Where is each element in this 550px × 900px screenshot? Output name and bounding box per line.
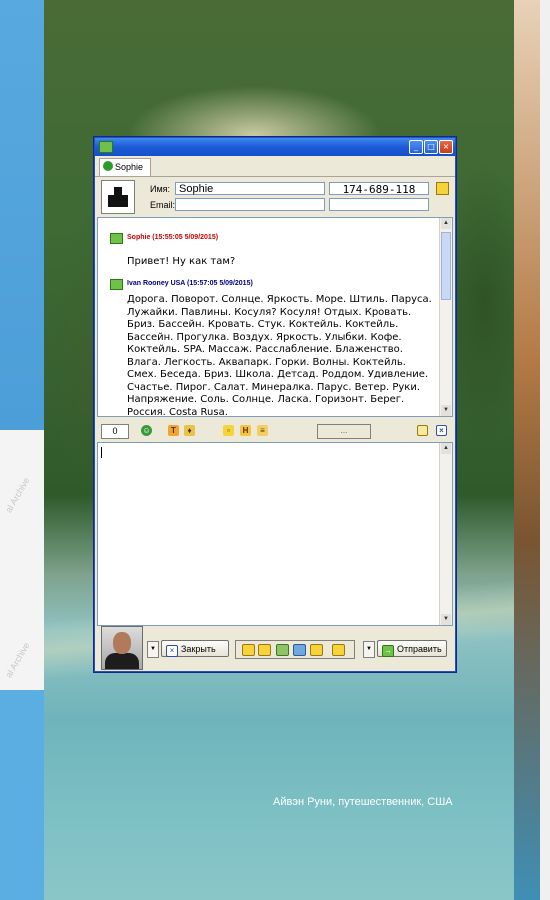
send-icon: → [382,645,394,657]
minimize-button[interactable]: _ [409,140,423,154]
message-header-sophie: Sophie (15:55:05 5/09/2015) [127,234,219,241]
history-icon[interactable]: H [240,425,251,436]
smile-icon-6[interactable] [332,644,345,656]
text-caret [101,447,102,458]
extra-field[interactable] [329,198,429,211]
close-options-dropdown[interactable]: ▼ [147,641,159,658]
scroll-down-arrow[interactable]: ▼ [441,405,451,416]
quick-tools [235,640,355,659]
char-counter: 0 [101,424,129,439]
bottom-toolbar: ▼ × Закрыть ▼ → Отправить [95,626,455,670]
phone-field[interactable]: 174-689-118 [329,182,429,196]
format-toolbar: 0 ☺ T ♦ ▫ H ≡ ... × [95,422,455,440]
smile-icon-1[interactable] [242,644,255,656]
chat-history[interactable]: Sophie (15:55:05 5/09/2015) Привет! Ну к… [97,217,453,417]
tab-label: Sophie [115,162,144,172]
note-icon[interactable] [417,425,428,436]
message-icon [110,233,123,244]
left-page-blue-band-bottom [0,690,44,900]
user-photo [101,626,143,670]
notes-icon[interactable] [436,182,449,195]
chat-window: _ □ × Sophie Имя: Sophie 174-689-118 Ema… [94,137,456,672]
scroll-thumb[interactable] [441,232,451,300]
message-header-ivan: Ivan Rooney USA (15:57:05 5/09/2015) [127,280,253,287]
close-button[interactable]: × Закрыть [161,640,229,657]
message-text-ivan: Дорога. Поворот. Солнце. Яркость. Море. … [127,294,432,417]
message-icon-2 [110,279,123,290]
scroll-up-arrow[interactable]: ▲ [441,218,451,229]
tab-bar: Sophie [95,156,455,177]
left-page-blue-band [0,0,44,430]
maximize-button[interactable]: □ [424,140,438,154]
image-icon[interactable]: ▫ [223,425,234,436]
input-scroll-down[interactable]: ▼ [441,614,451,625]
send-button[interactable]: → Отправить [377,640,447,657]
photo-caption: Айвэн Руни, путешественник, США [273,796,453,808]
smile-icon-4[interactable] [293,644,306,656]
close-window-button[interactable]: × [439,140,453,154]
contact-status-icon [103,161,113,171]
history-scrollbar[interactable]: ▲ ▼ [439,218,452,416]
file-icon[interactable]: ≡ [257,425,268,436]
close-icon: × [166,645,178,657]
input-scroll-up[interactable]: ▲ [441,443,451,454]
contact-info: Имя: Sophie 174-689-118 Email: [95,178,455,216]
person-icon [108,187,128,207]
smile-icon-3[interactable] [276,644,289,656]
send-options-dropdown[interactable]: ▼ [363,641,375,658]
smile-icon-2[interactable] [258,644,271,656]
more-button[interactable]: ... [317,424,371,439]
smile-icon-5[interactable] [310,644,323,656]
email-label: Email: [150,200,176,210]
clear-icon[interactable]: × [436,425,447,436]
tab-sophie[interactable]: Sophie [99,158,151,176]
font-icon[interactable]: T [168,425,179,436]
name-label: Имя: [150,184,171,194]
app-icon [99,141,113,153]
message-input[interactable]: ▲ ▼ [97,442,453,626]
title-bar[interactable]: _ □ × [95,138,455,156]
close-button-label: Закрыть [181,644,216,654]
input-scrollbar[interactable]: ▲ ▼ [439,443,452,625]
name-field[interactable]: Sophie [175,182,325,195]
contact-avatar [101,180,135,214]
page-edge [540,0,550,900]
email-field[interactable] [175,198,325,211]
color-icon[interactable]: ♦ [184,425,195,436]
emoticon-icon[interactable]: ☺ [141,425,152,436]
send-button-label: Отправить [397,644,442,654]
message-text-sophie: Привет! Ну как там? [127,256,236,267]
